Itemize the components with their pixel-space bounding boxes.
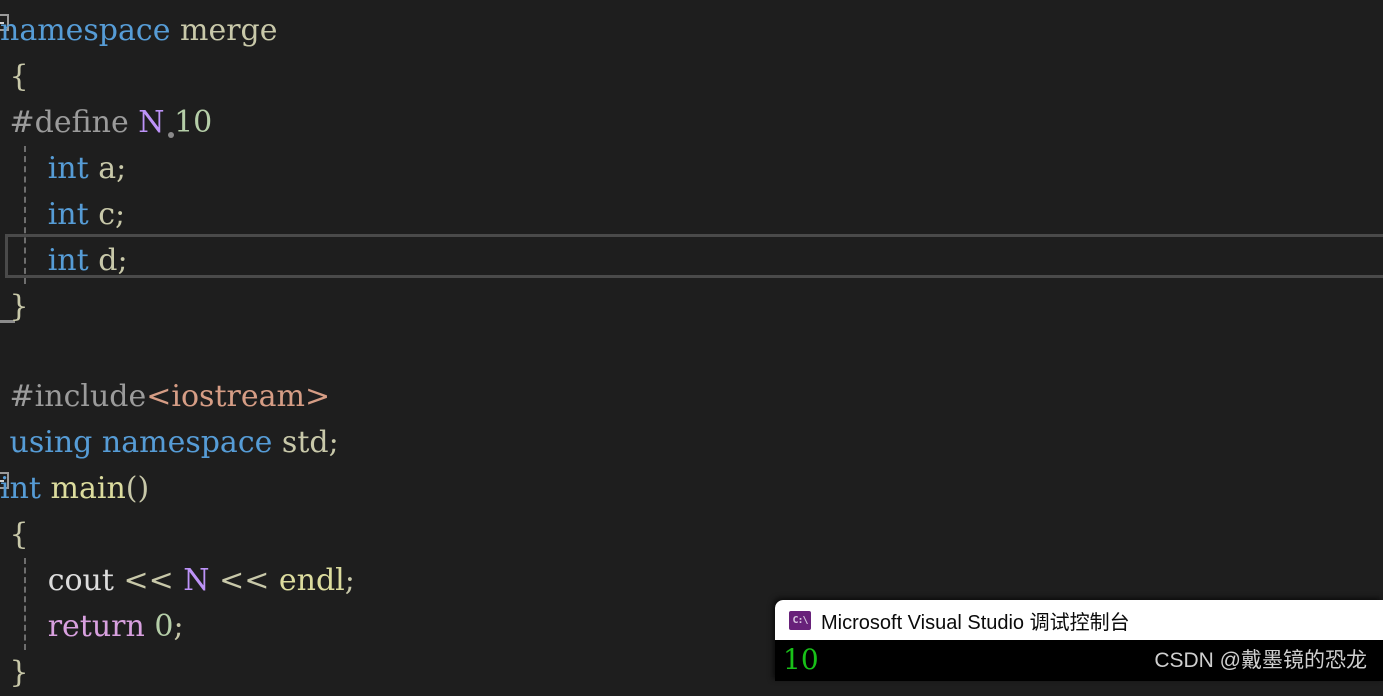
code-line[interactable]: int c; [0,192,125,238]
code-line[interactable]: int d; [0,238,128,284]
code-line[interactable]: int main() [0,466,149,512]
console-output-area[interactable]: 10 CSDN @戴墨镜的恐龙 [775,640,1383,681]
console-title-bar[interactable]: C:\ Microsoft Visual Studio 调试控制台 [775,600,1383,640]
code-token: c [98,197,116,232]
code-token: 0 [154,609,174,644]
code-token: 10 [174,105,213,140]
code-token: namespace [0,13,171,48]
code-token: d [98,243,118,278]
code-line[interactable]: return 0; [0,604,184,650]
code-token: using namespace [9,425,273,460]
code-line[interactable]: using namespace std; [0,420,339,466]
code-token: { [0,59,29,94]
code-editor[interactable]: namespace merge { #define N 10 int a; in… [0,0,1383,690]
code-token: ; [328,425,339,460]
code-token: int [47,151,89,186]
code-token: merge [180,13,278,48]
code-token: endl [278,563,345,598]
code-token: int [47,243,89,278]
code-token: << [113,563,184,598]
code-token: { [0,517,29,552]
code-token: N [183,563,210,598]
code-token: #define [0,105,129,140]
cmd-prompt-icon: C:\ [789,610,811,630]
code-token: ; [344,563,355,598]
code-token: N [138,105,165,140]
code-token: int [0,471,41,506]
code-line[interactable]: } [0,284,29,330]
current-line-highlight [5,234,1383,278]
code-token: ; [116,151,127,186]
code-line[interactable]: cout << N << endl; [0,558,355,604]
code-line[interactable]: { [0,512,29,558]
code-line[interactable]: { [0,54,29,100]
code-token: () [125,471,150,506]
code-token: main [50,471,126,506]
code-line[interactable]: } [0,650,29,696]
code-line[interactable]: int a; [0,146,127,192]
code-line[interactable]: #define N 10 [0,100,213,146]
code-token: << [209,563,279,598]
code-token: } [0,655,29,690]
watermark-text: CSDN @戴墨镜的恐龙 [1154,649,1367,672]
code-token: int [47,197,89,232]
code-token: return [47,609,145,644]
code-line[interactable]: namespace merge [0,8,278,54]
code-token: a [98,151,117,186]
debug-console-window[interactable]: C:\ Microsoft Visual Studio 调试控制台 10 CSD… [775,600,1383,681]
code-token: std [281,425,329,460]
code-line[interactable]: #include<iostream> [0,374,331,420]
quick-actions-dot-icon[interactable] [168,132,174,138]
code-token: ; [115,197,126,232]
console-window-title: Microsoft Visual Studio 调试控制台 [821,611,1130,634]
code-token: <iostream> [146,379,331,414]
code-token: #include [0,379,147,414]
code-token: ; [117,243,128,278]
code-token: cout [47,563,114,598]
code-token: } [0,289,29,324]
code-token: ; [173,609,184,644]
